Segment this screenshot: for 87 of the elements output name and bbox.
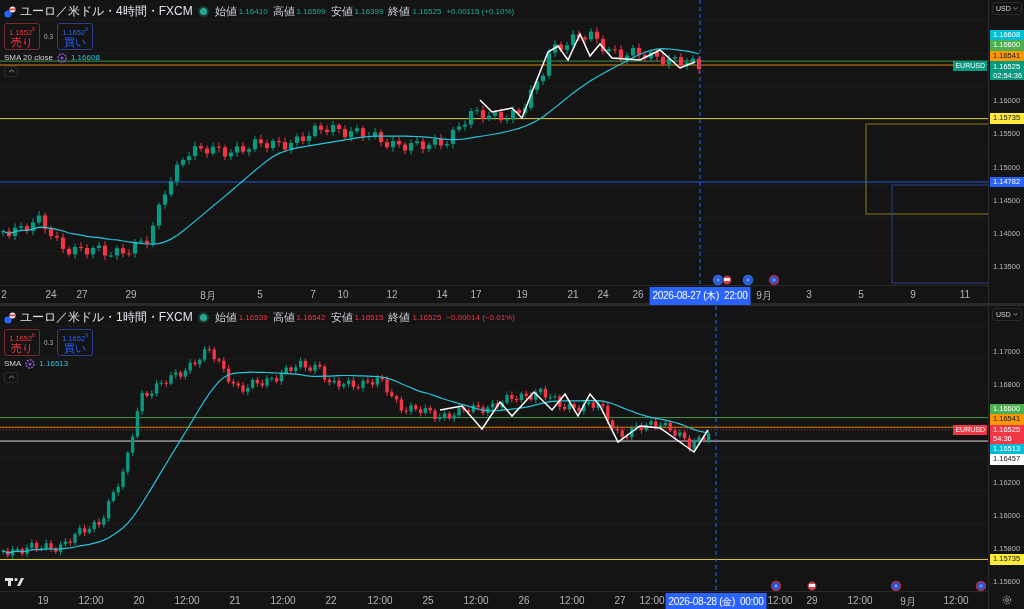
ohlc-label: 始値: [214, 310, 237, 325]
time-label: 17: [470, 289, 482, 300]
time-label: 12:00: [559, 595, 585, 606]
time-label: 9月: [900, 595, 916, 609]
time-label: 27: [76, 289, 88, 300]
time-label: 12:00: [639, 595, 665, 606]
event-icon[interactable]: [890, 580, 902, 591]
ohlc-label: 安値: [330, 310, 353, 325]
indicator-value: 1.16513: [39, 359, 69, 368]
time-label: 12:00: [943, 595, 969, 606]
ohlc-value: 1.16539: [238, 313, 268, 322]
crosshair-time-label: 2026-08-27 (木) 22:00: [649, 287, 751, 305]
time-label: 10: [337, 289, 349, 300]
ohlc-label: 終値: [388, 4, 411, 19]
ohlc-value: 1.16542: [296, 313, 326, 322]
time-label: 21: [567, 289, 579, 300]
symbol-title[interactable]: ユーロ／米ドル・1時間・FXCM: [20, 309, 193, 326]
logo-icon[interactable]: [5, 577, 24, 586]
time-label: 5: [257, 289, 263, 300]
time-label: 19: [37, 595, 49, 606]
time-label: 14: [436, 289, 448, 300]
time-label: 19: [516, 289, 528, 300]
ohlc-value: 1.16525: [412, 313, 442, 322]
time-label: 26: [518, 595, 530, 606]
time-label: 7: [310, 289, 316, 300]
collapse-button[interactable]: [4, 65, 18, 77]
event-icon[interactable]: [975, 580, 987, 591]
event-icon[interactable]: [712, 274, 724, 285]
settings-icon[interactable]: [1002, 595, 1012, 605]
time-label: 12:00: [847, 595, 873, 606]
ohlc-value: 1.16410: [238, 7, 268, 16]
chevron-up-icon: [7, 69, 15, 73]
indicator-name[interactable]: SMA: [4, 359, 22, 368]
price-change: +0.00115 (+0.10%): [446, 7, 515, 16]
indicator-value: 1.16608: [70, 53, 100, 62]
indicator-icon[interactable]: [56, 52, 67, 63]
caret-icon: [1013, 313, 1018, 316]
time-label: 12:00: [174, 595, 200, 606]
time-label: 22: [325, 595, 337, 606]
market-status-icon: [199, 8, 207, 15]
time-label: 12:00: [463, 595, 489, 606]
time-label: 12:00: [767, 595, 793, 606]
ohlc-label: 安値: [330, 4, 353, 19]
ohlc-value: 1.16515: [354, 313, 384, 322]
time-label: 12: [386, 289, 398, 300]
price-change: −0.00014 (−0.01%): [446, 313, 515, 322]
crosshair-time-label: 2026-08-28 (金) 00:00: [665, 593, 767, 609]
indicator-icon[interactable]: [25, 358, 36, 369]
time-label: 12:00: [78, 595, 104, 606]
time-label: 5: [858, 289, 864, 300]
currency-pair-icon: [4, 311, 16, 324]
ohlc-label: 始値: [214, 4, 237, 19]
time-label: 12:00: [367, 595, 393, 606]
time-label: 26: [632, 289, 644, 300]
ohlc-label: 高値: [272, 4, 295, 19]
flag-icon[interactable]: [722, 275, 732, 285]
time-label: 12:00: [270, 595, 296, 606]
market-status-icon: [199, 314, 207, 321]
time-label: 21: [229, 595, 241, 606]
time-label: 11: [959, 289, 971, 300]
ohlc-label: 高値: [272, 310, 295, 325]
time-label: 24: [597, 289, 609, 300]
time-label: 8月: [200, 289, 216, 303]
time-label: 29: [806, 595, 818, 606]
currency-pair-icon: [4, 5, 16, 18]
symbol-title[interactable]: ユーロ／米ドル・4時間・FXCM: [20, 3, 193, 20]
collapse-button[interactable]: [4, 371, 18, 383]
time-label: 24: [45, 289, 57, 300]
time-label: 27: [614, 595, 626, 606]
event-icon[interactable]: [770, 580, 782, 591]
event-icon[interactable]: [742, 274, 754, 285]
event-icon[interactable]: [768, 274, 780, 285]
time-label: 20: [133, 595, 145, 606]
chevron-up-icon: [7, 375, 15, 379]
time-label: 9月: [756, 289, 772, 303]
ohlc-label: 終値: [388, 310, 411, 325]
time-label: 29: [125, 289, 137, 300]
time-label: 25: [422, 595, 434, 606]
time-label: 9: [910, 289, 916, 300]
time-label: 2: [1, 289, 7, 300]
caret-icon: [1013, 7, 1018, 10]
time-label: 3: [806, 289, 812, 300]
indicator-name[interactable]: SMA 20 close: [4, 53, 53, 62]
flag-icon[interactable]: [807, 581, 817, 591]
ohlc-value: 1.16599: [296, 7, 326, 16]
ohlc-value: 1.16399: [354, 7, 384, 16]
ohlc-value: 1.16525: [412, 7, 442, 16]
